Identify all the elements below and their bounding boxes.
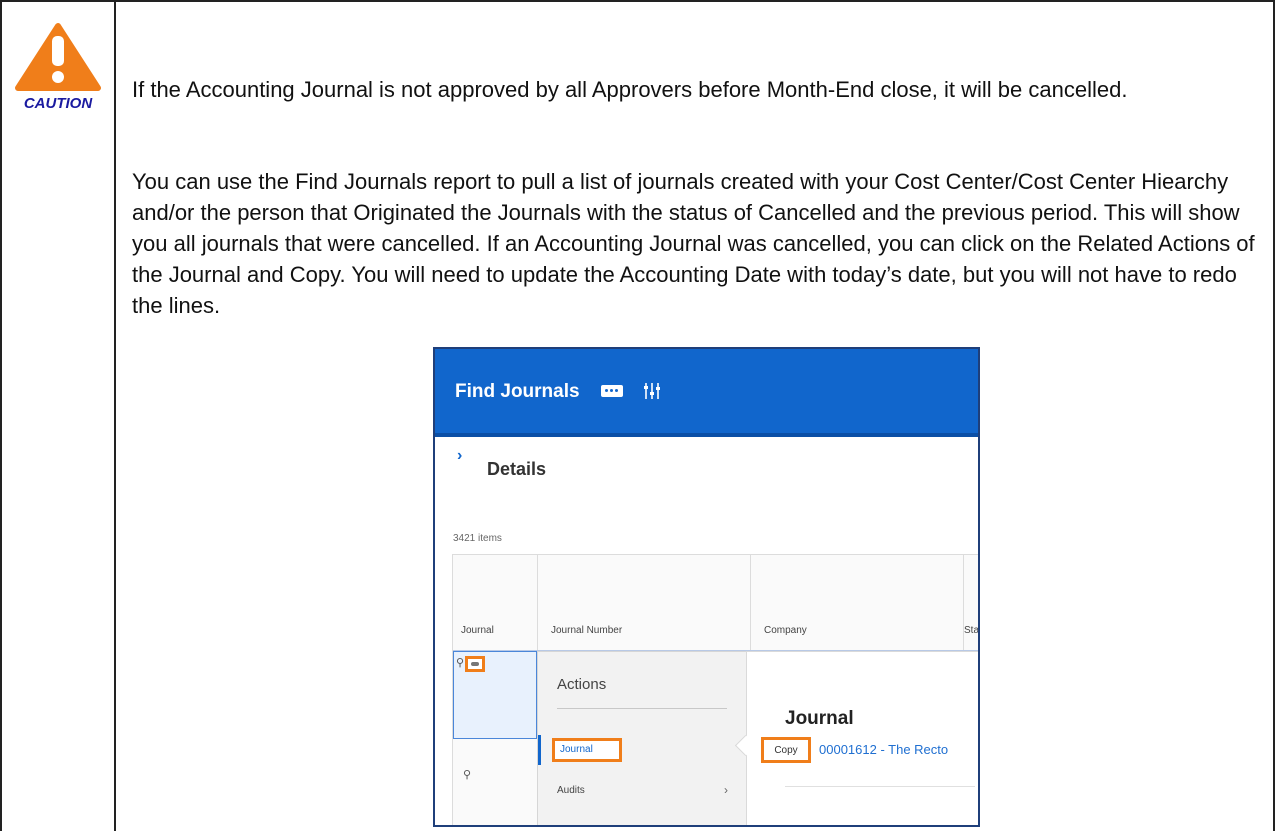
caution-paragraph-1: If the Accounting Journal is not approve…	[132, 77, 1128, 102]
column-divider	[537, 555, 538, 650]
column-divider	[750, 555, 751, 650]
journal-link[interactable]: 00001612 - The Recto	[819, 742, 948, 757]
menu-active-indicator	[538, 735, 541, 765]
menu-item-journal[interactable]: Journal	[552, 738, 622, 762]
journal-flyout: Journal Copy 00001612 - The Recto	[746, 651, 978, 825]
copy-button[interactable]: Copy	[761, 737, 811, 763]
row-related-actions-icon[interactable]	[465, 656, 485, 672]
search-icon[interactable]: ⚲	[456, 656, 464, 669]
flyout-divider	[785, 786, 975, 787]
search-icon[interactable]: ⚲	[463, 768, 471, 781]
column-header-journal[interactable]: Journal	[461, 625, 494, 636]
flyout-title: Journal	[785, 708, 854, 729]
menu-separator	[557, 708, 727, 709]
filter-settings-icon[interactable]	[641, 380, 663, 402]
find-journals-title: Find Journals	[455, 381, 580, 402]
journals-grid: Journal Journal Number Company Stat ⚲ ⚲ …	[452, 554, 978, 825]
caution-triangle-icon: CAUTION	[14, 22, 102, 112]
column-header-journal-number[interactable]: Journal Number	[551, 625, 622, 636]
items-count: 3421 items	[453, 533, 502, 544]
column-divider	[114, 0, 116, 831]
related-actions-menu: Actions Journal Audits ›	[537, 651, 750, 825]
chevron-right-icon: ›	[724, 783, 728, 797]
column-header-company[interactable]: Company	[764, 625, 807, 636]
menu-item-audits[interactable]: Audits	[557, 785, 585, 796]
caution-label: CAUTION	[24, 95, 93, 112]
find-journals-screenshot: Find Journals › Details 3421 items Journ…	[433, 347, 980, 827]
chevron-right-icon[interactable]: ›	[457, 447, 462, 465]
table-row[interactable]: ⚲	[453, 651, 537, 739]
menu-title: Actions	[557, 676, 607, 693]
find-journals-header: Find Journals	[435, 349, 978, 437]
column-header-status[interactable]: Stat	[964, 625, 978, 636]
caution-paragraph-2: You can use the Find Journals report to …	[132, 169, 1255, 318]
related-actions-icon[interactable]	[601, 385, 623, 397]
details-section-label: Details	[487, 459, 547, 479]
